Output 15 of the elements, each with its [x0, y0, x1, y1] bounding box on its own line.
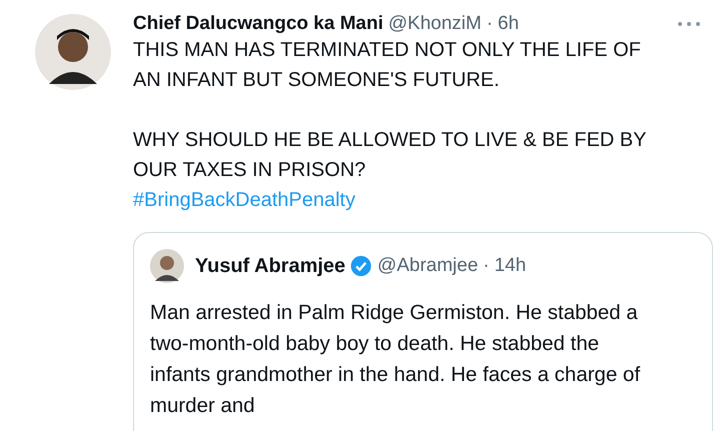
- author-handle[interactable]: @Abramjee: [377, 255, 478, 277]
- timestamp[interactable]: 6h: [498, 13, 519, 35]
- avatar[interactable]: [35, 14, 111, 90]
- tweet-text: THIS MAN HAS TERMINATED NOT ONLY THE LIFE OF AN INFANT BUT SOMEONE'S FUTURE.: [133, 38, 642, 93]
- author-name[interactable]: Yusuf Abramjee: [195, 254, 346, 278]
- author-handle[interactable]: @KhonziM: [388, 13, 482, 35]
- quote-card[interactable]: Yusuf Abramjee @Abramjee · 14h Man arrested in Palm Ridge Germiston. He stabbed a two-month-old baby boy to death. He stabbed the infants grandmother in the hand. He faces a charge of murder and: [133, 232, 713, 431]
- separator-dot: ·: [486, 13, 493, 35]
- separator-dot: ·: [483, 255, 490, 277]
- author-name[interactable]: Chief Dalucwangco ka Mani: [133, 13, 384, 35]
- quote-text: Man arrested in Palm Ridge Germiston. He stabbed a two-month-old baby boy to death. He stabbed the infants grandmother in the hand. He faces a charge of murder and: [150, 300, 642, 419]
- tweet-text: WHY SHOULD HE BE ALLOWED TO LIVE & BE FED BY OUR TAXES IN PRISON?: [133, 128, 648, 183]
- timestamp[interactable]: 14h: [494, 255, 526, 277]
- avatar[interactable]: [150, 249, 184, 283]
- more-icon[interactable]: [677, 21, 701, 27]
